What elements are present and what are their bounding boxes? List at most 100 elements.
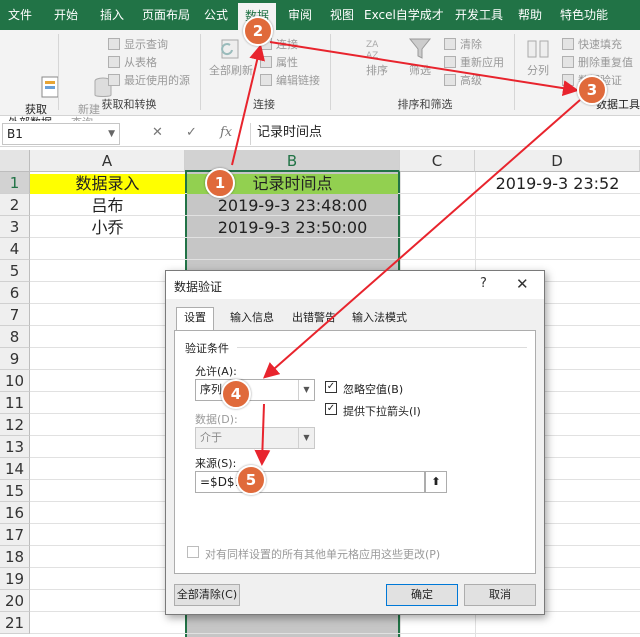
dialog-tab-settings[interactable]: 设置 — [176, 307, 214, 331]
cell-d1[interactable]: 2019-9-3 23:52 — [475, 174, 640, 194]
properties-button[interactable]: 属性 — [260, 54, 298, 70]
allow-value: 序列 — [200, 383, 222, 396]
row-header-9[interactable]: 9 — [0, 348, 30, 370]
filter-icon — [407, 36, 433, 62]
table-icon — [108, 56, 120, 68]
cell-a1[interactable]: 数据录入 — [30, 174, 185, 194]
tab-developer[interactable]: 开发工具 — [452, 0, 506, 30]
cell-b3[interactable]: 2019-9-3 23:50:00 — [187, 218, 398, 238]
clear-button[interactable]: 清除 — [444, 36, 482, 52]
flash-fill-label: 快速填充 — [578, 38, 622, 51]
row-header-19[interactable]: 19 — [0, 568, 30, 590]
dialog-tab-input-message[interactable]: 输入信息 — [222, 307, 282, 329]
remove-duplicates-icon — [562, 56, 574, 68]
clear-all-button[interactable]: 全部清除(C) — [174, 584, 240, 606]
column-header-c[interactable]: C — [400, 150, 475, 172]
formula-input[interactable]: 记录时间点 — [250, 123, 638, 145]
data-select[interactable]: 介于 ▼ — [195, 427, 315, 449]
tab-help[interactable]: 帮助 — [512, 0, 548, 30]
column-header-b[interactable]: B — [185, 150, 400, 172]
tab-special-features[interactable]: 特色功能 — [556, 0, 612, 30]
insert-function-icon[interactable]: fx — [220, 125, 232, 140]
enter-icon[interactable]: ✓ — [186, 125, 197, 140]
row-header-8[interactable]: 8 — [0, 326, 30, 348]
row-header-11[interactable]: 11 — [0, 392, 30, 414]
tab-excel-zixue[interactable]: Excel自学成才 — [364, 0, 444, 30]
name-box[interactable]: B1 ▼ — [2, 123, 120, 145]
text-to-columns-button[interactable]: 分列 — [520, 36, 556, 77]
row-header-15[interactable]: 15 — [0, 480, 30, 502]
text-to-columns-icon — [525, 36, 551, 62]
dialog-tab-ime-mode[interactable]: 输入法模式 — [344, 307, 415, 329]
tab-formulas[interactable]: 公式 — [198, 0, 234, 30]
column-header-d[interactable]: D — [475, 150, 640, 172]
cancel-icon[interactable]: ✕ — [152, 125, 163, 140]
column-header-a[interactable]: A — [30, 150, 185, 172]
tab-page-layout[interactable]: 页面布局 — [136, 0, 196, 30]
flash-fill-button[interactable]: 快速填充 — [562, 36, 622, 52]
show-queries-button[interactable]: 显示查询 — [108, 36, 168, 52]
recent-sources-icon — [108, 74, 120, 86]
ignore-blank-checkbox[interactable]: ✓ — [325, 381, 337, 393]
name-box-value: B1 — [7, 127, 23, 141]
close-icon[interactable]: ✕ — [516, 275, 529, 293]
refresh-all-button[interactable]: 全部刷新 — [206, 36, 256, 77]
row-header-4[interactable]: 4 — [0, 238, 30, 260]
row-header-20[interactable]: 20 — [0, 590, 30, 612]
source-input[interactable]: =$D$1 — [195, 471, 425, 493]
data-validation-button[interactable]: 数据验证 — [562, 72, 622, 88]
chevron-down-icon[interactable]: ▼ — [108, 124, 115, 144]
apply-all-label: 对有同样设置的所有其他单元格应用这些更改(P) — [205, 548, 441, 561]
edit-links-button[interactable]: 编辑链接 — [260, 72, 320, 88]
row-header-3[interactable]: 3 — [0, 216, 30, 238]
from-table-button[interactable]: 从表格 — [108, 54, 157, 70]
cell-b1[interactable]: 记录时间点 — [187, 174, 398, 194]
source-value: =$D$1 — [200, 475, 243, 489]
row-header-21[interactable]: 21 — [0, 612, 30, 634]
sort-button[interactable]: ZA AZ 排序 — [362, 36, 392, 77]
row-header-5[interactable]: 5 — [0, 260, 30, 282]
dialog-tab-error-alert[interactable]: 出错警告 — [284, 307, 344, 329]
row-header-17[interactable]: 17 — [0, 524, 30, 546]
cell-a3[interactable]: 小乔 — [30, 218, 185, 238]
row-header-18[interactable]: 18 — [0, 546, 30, 568]
tab-insert[interactable]: 插入 — [94, 0, 130, 30]
row-header-10[interactable]: 10 — [0, 370, 30, 392]
reapply-button[interactable]: 重新应用 — [444, 54, 504, 70]
tab-view[interactable]: 视图 — [324, 0, 360, 30]
cell-a2[interactable]: 吕布 — [30, 196, 185, 216]
recent-sources-label: 最近使用的源 — [124, 74, 190, 87]
chevron-down-icon[interactable]: ▼ — [298, 428, 314, 448]
chevron-down-icon[interactable]: ▼ — [298, 380, 314, 400]
recent-sources-button[interactable]: 最近使用的源 — [108, 72, 190, 88]
allow-select[interactable]: 序列 ▼ — [195, 379, 315, 401]
select-all-corner[interactable] — [0, 150, 30, 172]
collapse-dialog-button[interactable]: ⬆ — [425, 471, 447, 493]
row-header-16[interactable]: 16 — [0, 502, 30, 524]
tab-home[interactable]: 开始 — [48, 0, 84, 30]
row-header-14[interactable]: 14 — [0, 458, 30, 480]
row-header-7[interactable]: 7 — [0, 304, 30, 326]
data-validation-dialog: 数据验证 ? ✕ 设置 输入信息 出错警告 输入法模式 验证条件 允许(A): … — [165, 270, 545, 615]
dropdown-checkbox[interactable]: ✓ — [325, 403, 337, 415]
remove-duplicates-button[interactable]: 删除重复值 — [562, 54, 633, 70]
range-picker-icon: ⬆ — [431, 475, 441, 488]
row-header-6[interactable]: 6 — [0, 282, 30, 304]
cancel-button[interactable]: 取消 — [464, 584, 536, 606]
properties-label: 属性 — [276, 56, 298, 69]
row-header-13[interactable]: 13 — [0, 436, 30, 458]
apply-all-checkbox[interactable] — [187, 546, 199, 558]
row-header-12[interactable]: 12 — [0, 414, 30, 436]
filter-button[interactable]: 筛选 — [404, 36, 436, 77]
connections-button[interactable]: 连接 — [260, 36, 298, 52]
connections-icon — [260, 38, 272, 50]
cell-b2[interactable]: 2019-9-3 23:48:00 — [187, 196, 398, 216]
row-header-2[interactable]: 2 — [0, 194, 30, 216]
help-icon[interactable]: ? — [480, 276, 487, 291]
advanced-button[interactable]: 高级 — [444, 72, 482, 88]
row-header-1[interactable]: 1 — [0, 172, 30, 194]
tab-review[interactable]: 审阅 — [282, 0, 318, 30]
tab-file[interactable]: 文件 — [4, 0, 36, 30]
tab-data[interactable]: 数据 — [238, 3, 276, 30]
ok-button[interactable]: 确定 — [386, 584, 458, 606]
